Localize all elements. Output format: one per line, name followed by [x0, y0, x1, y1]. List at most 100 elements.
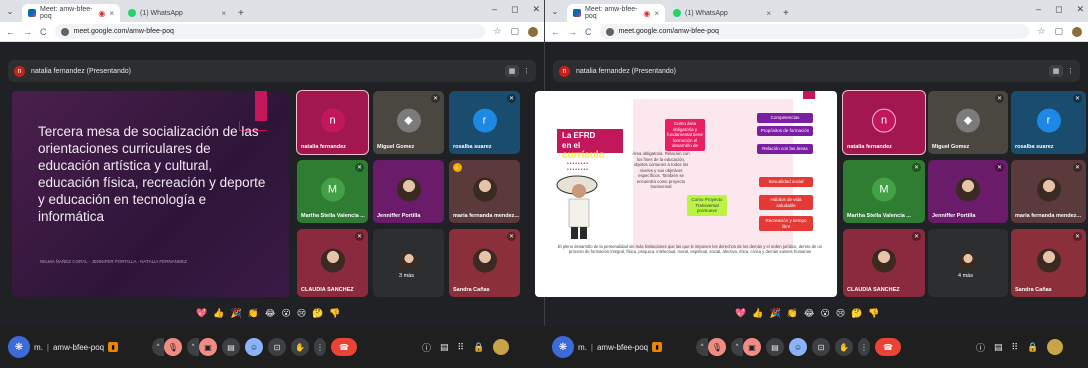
activities-icon[interactable]: ⠿ — [1012, 342, 1019, 353]
participant-tile[interactable]: Jenniffer Portilla — [373, 160, 444, 223]
self-view-avatar[interactable]: ❋ — [552, 336, 574, 358]
participant-tile[interactable]: n natalia fernandez — [296, 90, 369, 155]
mic-options-caret[interactable]: ^ — [696, 338, 708, 356]
site-info-icon[interactable] — [60, 27, 69, 36]
bookmark-star-icon[interactable]: ☆ — [1037, 26, 1045, 37]
maximize-button[interactable]: ◻ — [1055, 4, 1062, 15]
participant-tile[interactable]: ✕ ◆ Miguel Gomez — [373, 91, 444, 154]
close-tab-icon[interactable]: × — [109, 9, 114, 18]
host-controls-icon[interactable] — [493, 339, 510, 355]
participant-tile[interactable]: ✕ ◆ Miguel Gomez — [928, 91, 1008, 154]
reaction-surprised-button[interactable]: 😮 — [820, 308, 829, 319]
camera-options-caret[interactable]: ^ — [731, 338, 743, 356]
minimize-button[interactable]: – — [492, 4, 497, 15]
new-tab-button[interactable]: + — [777, 4, 795, 22]
more-options-icon[interactable]: ⋮ — [523, 67, 530, 75]
chat-icon[interactable]: ▤ — [440, 342, 449, 353]
minimize-button[interactable]: – — [1036, 4, 1041, 15]
tab-search-icon[interactable]: ⌄ — [0, 0, 20, 22]
close-tab-icon[interactable]: × — [654, 9, 659, 18]
close-tab-icon[interactable]: × — [766, 9, 771, 18]
host-controls-icon[interactable] — [1047, 339, 1064, 355]
close-window-button[interactable]: ✕ — [532, 4, 540, 15]
extensions-icon[interactable]: ▢ — [1054, 26, 1063, 37]
reaction-sad-button[interactable]: 😢 — [297, 308, 306, 319]
mic-off-button[interactable]: 🎙 — [708, 338, 726, 356]
tab-whatsapp[interactable]: (1) WhatsApp × — [122, 4, 232, 22]
reload-button[interactable]: C — [40, 27, 47, 37]
reaction-heart-button[interactable]: 💖 — [196, 308, 207, 319]
close-window-button[interactable]: ✕ — [1076, 4, 1084, 15]
new-tab-button[interactable]: + — [232, 4, 250, 22]
reaction-surprised-button[interactable]: 😮 — [281, 308, 290, 319]
maximize-button[interactable]: ◻ — [511, 4, 518, 15]
activities-icon[interactable]: ⠿ — [458, 342, 465, 353]
tab-meet[interactable]: Meet: amw-bfee-poq ◉ × — [22, 4, 120, 22]
reaction-clap-button[interactable]: 👏 — [248, 308, 259, 319]
reaction-thumbs-up-button[interactable]: 👍 — [752, 308, 763, 319]
site-info-icon[interactable] — [605, 27, 614, 36]
back-button[interactable]: ← — [551, 27, 560, 37]
reaction-thumbs-up-button[interactable]: 👍 — [213, 308, 224, 319]
profile-avatar[interactable] — [528, 26, 538, 37]
reaction-laugh-button[interactable]: 😂 — [265, 308, 276, 319]
reaction-thinking-button[interactable]: 🤔 — [312, 308, 323, 319]
more-participants-tile[interactable]: 4 más — [928, 229, 1008, 297]
more-participants-tile[interactable]: 3 más — [373, 229, 444, 297]
layout-icon[interactable]: ▦ — [505, 65, 519, 77]
extensions-icon[interactable]: ▢ — [510, 26, 519, 37]
info-icon[interactable]: ⓘ — [976, 341, 985, 354]
mic-options-caret[interactable]: ^ — [152, 338, 164, 356]
present-button[interactable]: ⊡ — [268, 338, 286, 356]
end-call-button[interactable]: ☎ — [875, 338, 901, 356]
forward-button[interactable]: → — [568, 27, 577, 37]
participant-tile[interactable]: ✕ maria fernanda mendez... — [1011, 160, 1086, 223]
forward-button[interactable]: → — [23, 27, 32, 37]
more-options-icon[interactable]: ⋮ — [1067, 67, 1074, 75]
back-button[interactable]: ← — [6, 27, 15, 37]
tab-whatsapp[interactable]: (1) WhatsApp × — [667, 4, 777, 22]
participant-tile[interactable]: ✕ CLAUDIA SANCHEZ — [297, 229, 368, 297]
reaction-clap-button[interactable]: 👏 — [787, 308, 798, 319]
raise-hand-button[interactable]: ✋ — [291, 338, 309, 356]
mic-off-button[interactable]: 🎙 — [164, 338, 182, 356]
info-icon[interactable]: ⓘ — [422, 341, 431, 354]
participant-tile[interactable]: ✕ CLAUDIA SANCHEZ — [843, 229, 925, 297]
present-button[interactable]: ⊡ — [812, 338, 830, 356]
end-call-button[interactable]: ☎ — [331, 338, 357, 356]
emoji-button[interactable]: ☺ — [245, 338, 263, 356]
reaction-thumbs-down-button[interactable]: 👎 — [329, 308, 340, 319]
raise-hand-button[interactable]: ✋ — [835, 338, 853, 356]
reaction-party-button[interactable]: 🎉 — [230, 308, 241, 319]
self-view-avatar[interactable]: ❋ — [8, 336, 30, 358]
layout-icon[interactable]: ▦ — [1049, 65, 1063, 77]
camera-off-button[interactable]: ▣ — [743, 338, 761, 356]
participant-tile[interactable]: ✋ maria fernanda mendez... — [449, 160, 520, 223]
lock-icon[interactable]: 🔒 — [1027, 342, 1038, 353]
participant-tile[interactable]: n natalia fernandez — [842, 90, 926, 155]
chat-icon[interactable]: ▤ — [994, 342, 1003, 353]
address-bar[interactable]: meet.google.com/amw-bfee-poq — [599, 24, 1030, 39]
participant-tile[interactable]: ✕ Sandra Cañas — [1011, 229, 1086, 297]
more-options-button[interactable]: ⋮ — [858, 338, 870, 356]
participant-tile[interactable]: ✕ r rosalba suarez — [449, 91, 520, 154]
participant-tile[interactable]: ✕ M Martha Stella Valencia ... — [297, 160, 368, 223]
participant-tile[interactable]: ✕ M Martha Stella Valencia ... — [843, 160, 925, 223]
tab-search-icon[interactable]: ⌄ — [545, 0, 565, 22]
tab-meet[interactable]: Meet: amw-bfee-poq ◉ × — [567, 4, 665, 22]
profile-avatar[interactable] — [1072, 26, 1082, 37]
camera-off-button[interactable]: ▣ — [199, 338, 217, 356]
reaction-heart-button[interactable]: 💖 — [735, 308, 746, 319]
close-tab-icon[interactable]: × — [221, 9, 226, 18]
reaction-thumbs-down-button[interactable]: 👎 — [868, 308, 879, 319]
address-bar[interactable]: meet.google.com/amw-bfee-poq — [54, 24, 486, 39]
participant-tile[interactable]: ✕ Jenniffer Portilla — [928, 160, 1008, 223]
captions-button[interactable]: ▤ — [766, 338, 784, 356]
emoji-button[interactable]: ☺ — [789, 338, 807, 356]
more-options-button[interactable]: ⋮ — [314, 338, 326, 356]
participant-tile[interactable]: ✕ Sandra Cañas — [449, 229, 520, 297]
captions-button[interactable]: ▤ — [222, 338, 240, 356]
bookmark-star-icon[interactable]: ☆ — [493, 26, 501, 37]
reaction-party-button[interactable]: 🎉 — [769, 308, 780, 319]
camera-options-caret[interactable]: ^ — [187, 338, 199, 356]
